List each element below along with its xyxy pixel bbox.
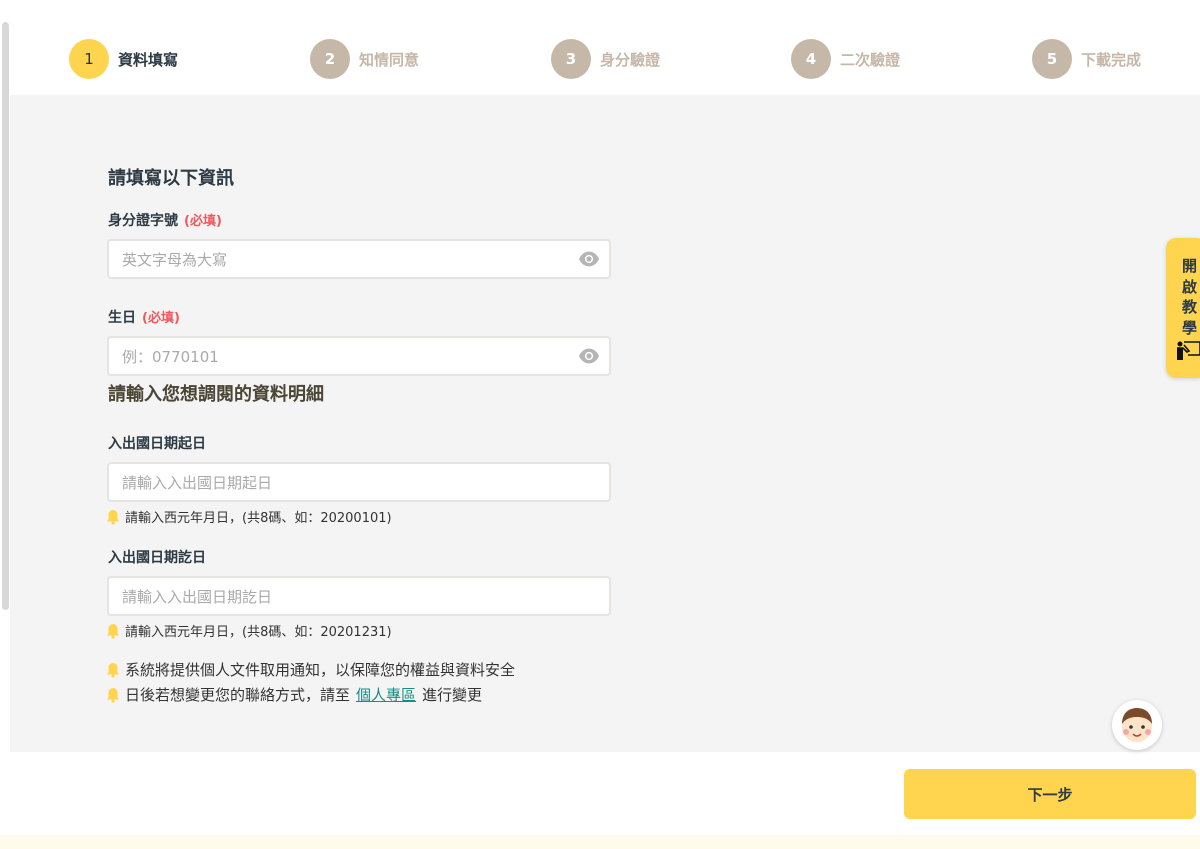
end-date-hint: 請輸入西元年月日，(共8碼、如：20201231) [106,621,392,640]
step-number: 4 [791,39,831,79]
detail-title: 請輸入您想調閱的資料明細 [108,384,324,405]
hint-text: 請輸入西元年月日，(共8碼、如：20200101) [125,511,392,526]
step-label: 下載完成 [1081,50,1142,69]
notice-text: 系統將提供個人文件取用通知，以保障您的權益與資料安全 [125,661,516,679]
step-number: 3 [551,39,591,79]
footer-strip [0,835,1200,849]
notice-2: 日後若想變更您的聯絡方式，請至 個人專區 進行變更 [106,684,482,705]
start-date-hint: 請輸入西元年月日，(共8碼、如：20200101) [106,507,392,526]
start-placeholder: 請輸入入出國日期起日 [122,473,273,492]
start-date-input[interactable]: 請輸入入出國日期起日 [107,462,611,502]
step-2: 2 知情同意 [310,39,419,79]
assistant-avatar[interactable] [1112,700,1162,750]
id-number-input[interactable]: 英文字母為大寫 [107,239,611,279]
bell-icon [107,623,119,639]
step-label: 二次驗證 [840,50,901,69]
open-tutorial-button[interactable]: 開啟教學 [1166,238,1200,378]
notice-text: 進行變更 [422,686,483,704]
birth-label-text: 生日 [108,310,136,326]
step-label: 身分驗證 [600,50,661,69]
id-placeholder: 英文字母為大寫 [122,250,228,269]
personal-area-link[interactable]: 個人專區 [356,684,416,705]
bell-icon [107,509,119,525]
start-date-label: 入出國日期起日 [108,436,206,452]
birthday-input[interactable]: 例：0770101 [107,336,611,376]
tutorial-label: 開啟教學 [1182,257,1198,337]
bell-icon [107,687,119,703]
next-step-button[interactable]: 下一步 [904,769,1196,819]
step-label: 資料填寫 [118,50,179,69]
birth-label: 生日 (必填) [108,307,180,327]
end-date-label: 入出國日期訖日 [108,550,206,566]
step-5: 5 下載完成 [1032,39,1141,79]
step-4: 4 二次驗證 [791,39,900,79]
step-number: 2 [310,39,350,79]
hint-text: 請輸入西元年月日，(共8碼、如：20201231) [125,625,392,640]
teacher-icon [1177,341,1200,360]
form-area: 請填寫以下資訊 身分證字號 (必填) 英文字母為大寫 生日 (必填) 例：07701… [10,95,1200,752]
end-placeholder: 請輸入入出國日期訖日 [122,587,273,606]
required-mark: (必填) [184,214,222,229]
progress-stepper: 1 資料填寫 2 知情同意 3 身分驗證 4 二次驗證 5 下載完成 [10,22,1200,95]
bell-icon [107,662,119,678]
step-1: 1 資料填寫 [69,39,178,79]
form-title: 請填寫以下資訊 [108,168,234,189]
step-label: 知情同意 [359,50,420,69]
page-scrollbar[interactable] [2,22,9,610]
birth-placeholder: 例：0770101 [122,347,219,366]
eye-icon[interactable] [578,250,600,268]
step-3: 3 身分驗證 [551,39,660,79]
id-label: 身分證字號 (必填) [108,210,222,230]
step-number: 1 [69,39,109,79]
end-date-input[interactable]: 請輸入入出國日期訖日 [107,576,611,616]
required-mark: (必填) [142,311,180,326]
notice-1: 系統將提供個人文件取用通知，以保障您的權益與資料安全 [106,659,515,680]
step-number: 5 [1032,39,1072,79]
id-label-text: 身分證字號 [108,213,178,229]
notice-text: 日後若想變更您的聯絡方式，請至 [125,686,351,704]
boy-face-icon [1122,708,1152,742]
eye-icon[interactable] [578,347,600,365]
